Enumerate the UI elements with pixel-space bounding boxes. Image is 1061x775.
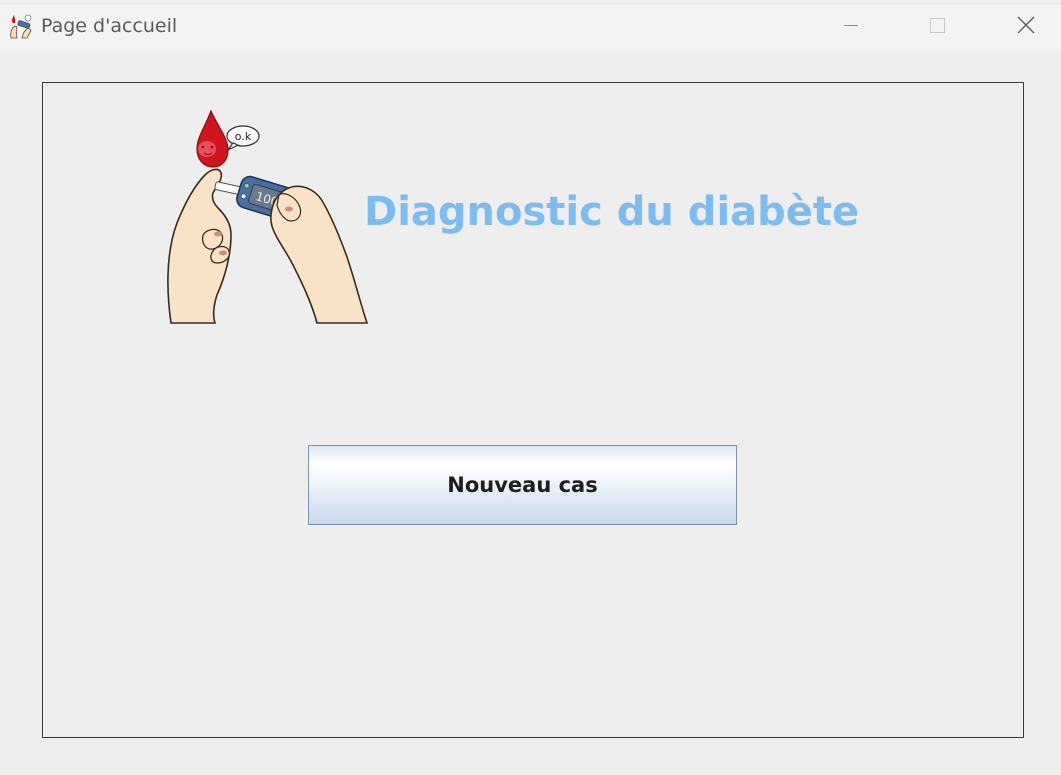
window-title: Page d'accueil — [41, 15, 178, 37]
minimize-button[interactable] — [828, 5, 874, 49]
glucose-meter-illustration: o.k 100mg/ — [161, 105, 371, 327]
app-window: Page d'accueil o.k Diagnostic du diabète… — [0, 0, 1061, 775]
maximize-button[interactable] — [914, 5, 960, 49]
speech-bubble-text: o.k — [235, 130, 252, 143]
main-panel: o.k 100mg/ — [42, 82, 1024, 738]
close-icon — [1016, 15, 1036, 39]
minimize-icon — [842, 16, 860, 38]
diabetes-test-icon — [8, 14, 34, 40]
title-bar[interactable]: Page d'accueil — [0, 5, 1061, 49]
maximize-icon — [928, 16, 946, 38]
close-button[interactable] — [1003, 5, 1049, 49]
page-title: Diagnostic du diabète — [364, 189, 860, 235]
new-case-button[interactable]: Nouveau cas — [308, 445, 737, 525]
